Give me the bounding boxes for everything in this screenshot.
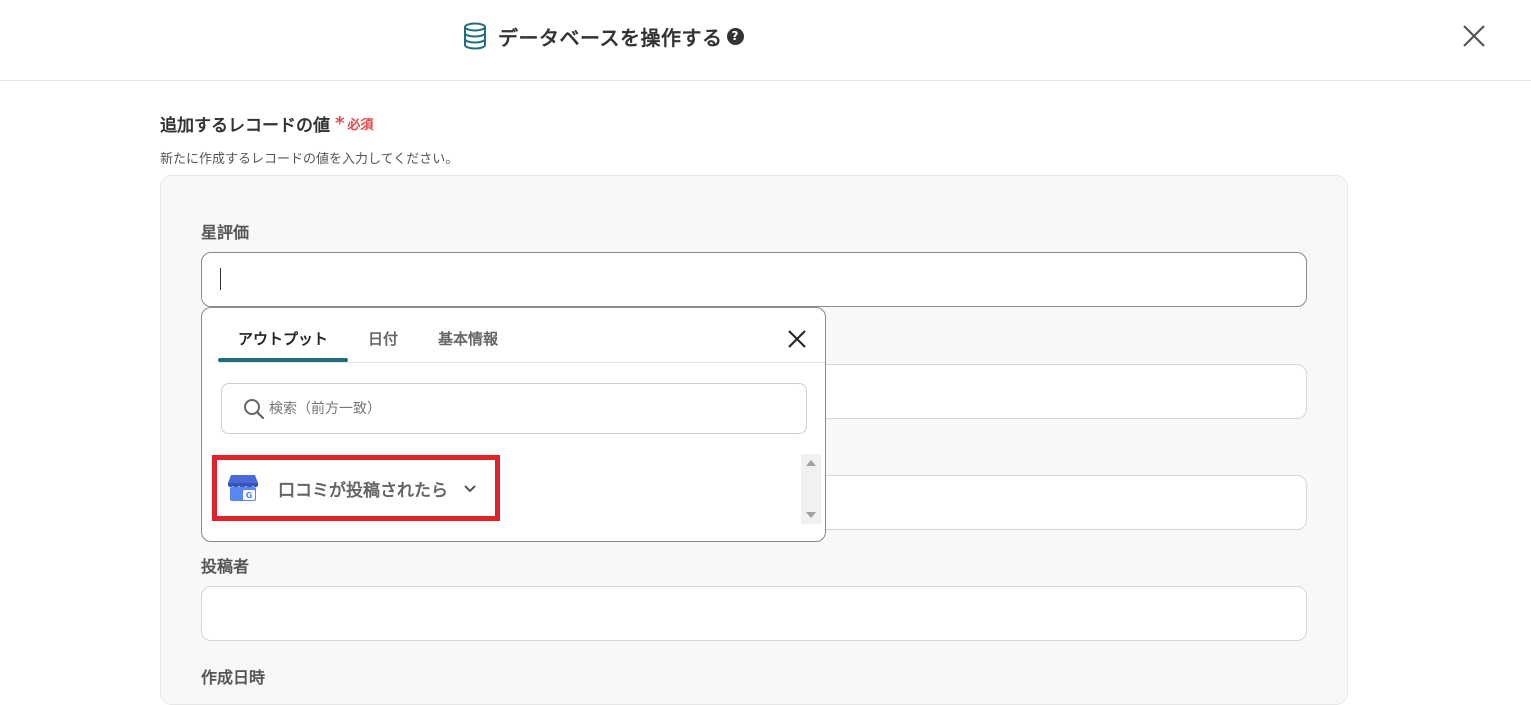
chevron-down-icon[interactable] (462, 480, 478, 496)
google-my-business-icon: G (228, 475, 258, 501)
search-input[interactable] (269, 397, 769, 421)
close-icon[interactable] (1460, 22, 1488, 50)
question-circle-icon[interactable]: ? (726, 27, 744, 45)
close-icon[interactable] (786, 328, 808, 350)
required-badge: 必須 (347, 118, 374, 133)
field-label-rating: 星評価 (201, 223, 250, 242)
tab-basic-info[interactable]: 基本情報 (438, 328, 498, 349)
tab-date[interactable]: 日付 (368, 328, 398, 349)
database-icon (464, 22, 486, 50)
required-asterisk: * (335, 113, 345, 134)
dropdown-scrollbar[interactable] (801, 454, 821, 524)
page-title: データベースを操作する (498, 25, 723, 50)
output-picker-dropdown: アウトプット 日付 基本情報 G 口コミが投稿されたら (201, 307, 826, 542)
scroll-up-arrow-icon[interactable] (806, 460, 816, 466)
list-item-label: 口コミが投稿されたら (278, 480, 448, 501)
modal-header: データベースを操作する ? (0, 0, 1531, 81)
svg-text:G: G (246, 491, 253, 500)
active-tab-indicator (218, 358, 348, 362)
author-input[interactable] (201, 586, 1307, 641)
search-box (221, 383, 807, 434)
scroll-down-arrow-icon[interactable] (806, 512, 816, 518)
section-label: 追加するレコードの値 * 必須 (160, 111, 373, 136)
search-icon (244, 399, 265, 420)
rating-input[interactable] (201, 252, 1307, 307)
section-description: 新たに作成するレコードの値を入力してください。 (160, 152, 459, 167)
picker-tabs: アウトプット 日付 基本情報 (218, 308, 825, 363)
tab-output[interactable]: アウトプット (238, 328, 328, 349)
field-label-created-at: 作成日時 (201, 668, 266, 687)
section-title: 追加するレコードの値 (160, 116, 330, 136)
modal-title-wrap: データベースを操作する ? (462, 22, 744, 50)
list-item[interactable]: G 口コミが投稿されたら (212, 455, 500, 521)
field-label-author: 投稿者 (201, 557, 250, 576)
text-caret (220, 268, 221, 290)
